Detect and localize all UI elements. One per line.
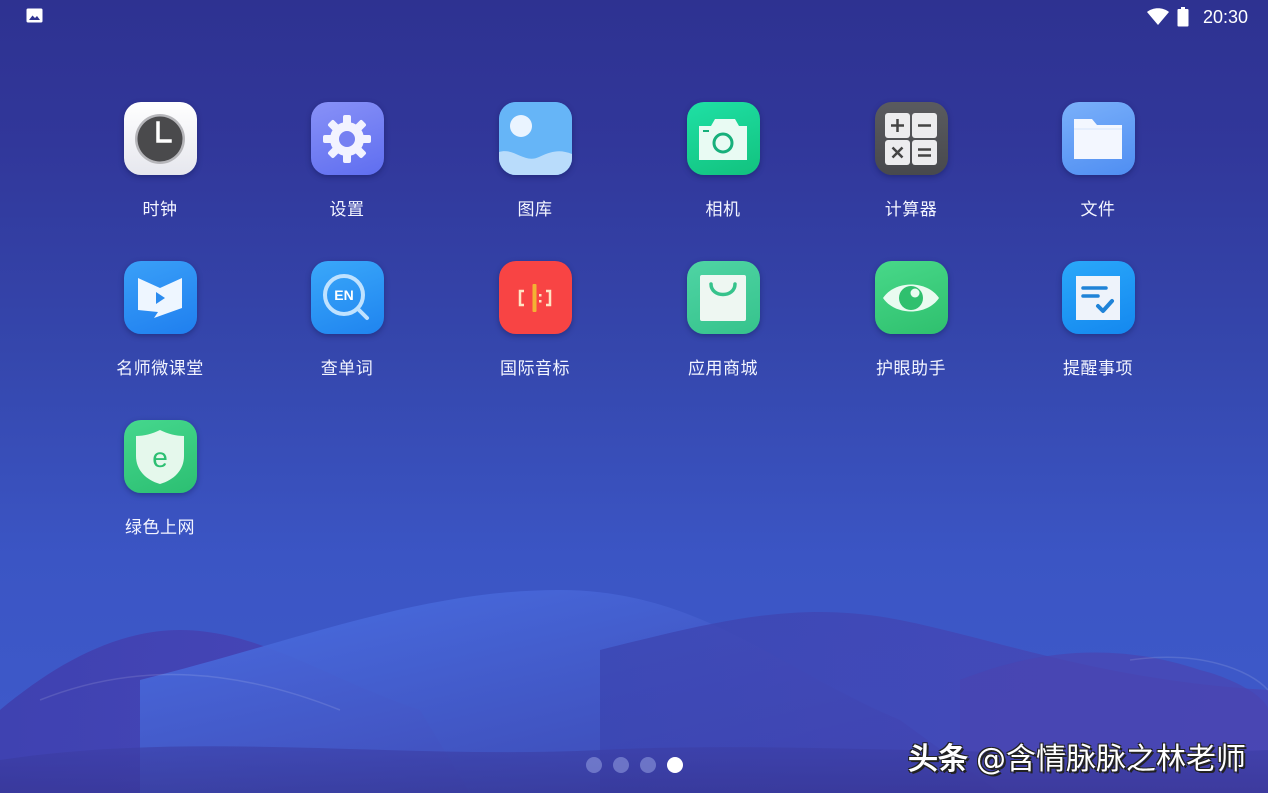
watermark-brand: 头条 (908, 742, 968, 777)
page-dot-2[interactable] (613, 757, 629, 773)
wifi-icon (1146, 8, 1169, 25)
gallery-icon (498, 102, 572, 175)
shield-e-icon: e (123, 420, 197, 493)
app-gallery[interactable]: 图库 (460, 102, 610, 252)
app-label: 相机 (705, 200, 741, 220)
reminder-checklist-icon (1061, 261, 1135, 334)
clock-icon (123, 102, 197, 175)
app-label: 计算器 (884, 200, 938, 220)
app-label: 绿色上网 (125, 518, 195, 538)
calculator-icon (874, 102, 948, 175)
app-reminders[interactable]: 提醒事项 (1023, 261, 1173, 411)
app-green-internet[interactable]: e 绿色上网 (85, 420, 235, 570)
app-label: 图库 (517, 200, 553, 220)
app-teacher-microclass[interactable]: 名师微课堂 (85, 261, 235, 411)
status-bar: 20:30 (0, 0, 1268, 34)
image-notification-icon (26, 8, 43, 23)
app-label: 提醒事项 (1063, 359, 1133, 379)
app-label: 名师微课堂 (116, 359, 204, 379)
eye-icon (874, 261, 948, 334)
app-label: 国际音标 (500, 359, 570, 379)
dictionary-search-icon: EN (310, 261, 384, 334)
watermark-handle: @含情脉脉之林老师 (976, 742, 1246, 777)
app-label: 文件 (1080, 200, 1116, 220)
phonetic-icon (498, 261, 572, 334)
app-calculator[interactable]: 计算器 (836, 102, 986, 252)
page-dot-1[interactable] (586, 757, 602, 773)
shopping-bag-icon (686, 261, 760, 334)
battery-icon (1177, 7, 1189, 27)
svg-text:e: e (152, 442, 168, 473)
app-eye-care[interactable]: 护眼助手 (836, 261, 986, 411)
app-settings[interactable]: 设置 (272, 102, 422, 252)
status-time: 20:30 (1202, 6, 1248, 27)
video-book-icon (123, 261, 197, 334)
app-label: 查单词 (320, 359, 374, 379)
app-label: 护眼助手 (876, 359, 946, 379)
app-files[interactable]: 文件 (1023, 102, 1173, 252)
watermark: 头条 @含情脉脉之林老师 (908, 734, 1246, 778)
page-dot-3[interactable] (640, 757, 656, 773)
page-dot-4-active[interactable] (667, 757, 683, 773)
folder-icon (1061, 102, 1135, 175)
app-camera[interactable]: 相机 (648, 102, 798, 252)
gear-icon (310, 102, 384, 175)
app-word-lookup[interactable]: EN 查单词 (272, 261, 422, 411)
app-phonetic[interactable]: 国际音标 (460, 261, 610, 411)
app-label: 应用商城 (688, 359, 758, 379)
app-clock[interactable]: 时钟 (85, 102, 235, 252)
page-indicator (586, 757, 683, 773)
camera-icon (686, 102, 760, 175)
svg-text:EN: EN (334, 287, 353, 303)
app-label: 设置 (329, 200, 365, 220)
app-label: 时钟 (142, 200, 178, 220)
app-store[interactable]: 应用商城 (648, 261, 798, 411)
